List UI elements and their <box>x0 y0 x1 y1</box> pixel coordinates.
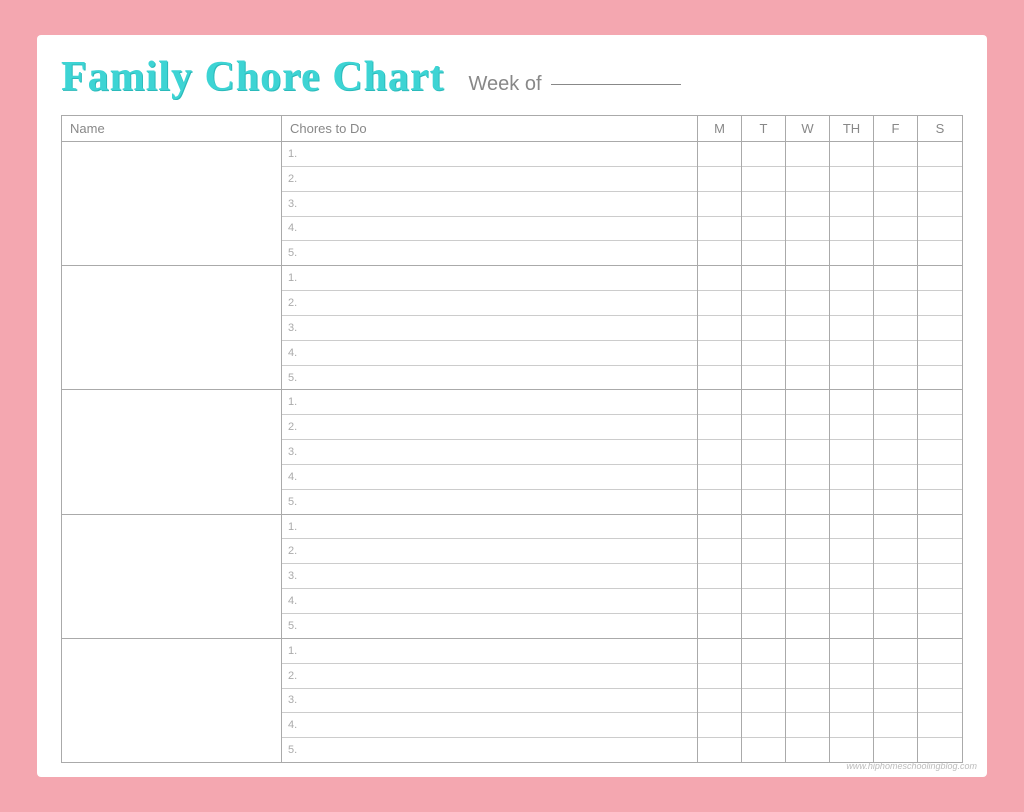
chore-5-4[interactable]: 4. <box>282 713 697 738</box>
chore-2-1[interactable]: 1. <box>282 266 697 291</box>
person-row-4: 1. 2. 3. 4. 5. <box>62 515 962 639</box>
person-4-day-f <box>874 515 918 638</box>
person-2-day-s <box>918 266 962 389</box>
person-3-day-th <box>830 390 874 513</box>
person-1-day-f <box>874 142 918 265</box>
person-4-day-w <box>786 515 830 638</box>
person-4-name-cell[interactable] <box>62 515 282 638</box>
day-header-m: M <box>698 116 742 141</box>
person-1-day-th <box>830 142 874 265</box>
chore-4-3[interactable]: 3. <box>282 564 697 589</box>
scallop-border: Family Chore Chart Week of Name Chores t… <box>22 21 1002 791</box>
week-line[interactable] <box>551 84 681 85</box>
day-cols-header: M T W TH F S <box>698 116 962 141</box>
person-2-day-m <box>698 266 742 389</box>
page-title: Family Chore Chart <box>61 53 445 101</box>
person-row-2: 1. 2. 3. 4. 5. <box>62 266 962 390</box>
person-5-day-th <box>830 639 874 762</box>
person-5-name-cell[interactable] <box>62 639 282 762</box>
header: Family Chore Chart Week of <box>61 53 963 101</box>
person-3-day-w <box>786 390 830 513</box>
person-1-day-m <box>698 142 742 265</box>
person-1-day-t <box>742 142 786 265</box>
person-2-day-th <box>830 266 874 389</box>
chore-4-4[interactable]: 4. <box>282 589 697 614</box>
table-header-row: Name Chores to Do M T W TH F S <box>62 116 962 142</box>
day-header-f: F <box>874 116 918 141</box>
person-4-day-m <box>698 515 742 638</box>
chore-3-3[interactable]: 3. <box>282 440 697 465</box>
person-3-chores: 1. 2. 3. 4. 5. <box>282 390 698 513</box>
person-1-name-cell[interactable] <box>62 142 282 265</box>
chore-table: Name Chores to Do M T W TH F S <box>61 115 963 763</box>
chore-1-2[interactable]: 2. <box>282 167 697 192</box>
person-4-day-t <box>742 515 786 638</box>
day-header-s: S <box>918 116 962 141</box>
person-5-day-w <box>786 639 830 762</box>
chore-5-1[interactable]: 1. <box>282 639 697 664</box>
chore-1-3[interactable]: 3. <box>282 192 697 217</box>
chore-5-2[interactable]: 2. <box>282 664 697 689</box>
person-5-day-s <box>918 639 962 762</box>
person-5-day-t <box>742 639 786 762</box>
chore-4-5[interactable]: 5. <box>282 614 697 638</box>
person-3-day-s <box>918 390 962 513</box>
person-2-name-cell[interactable] <box>62 266 282 389</box>
chore-2-2[interactable]: 2. <box>282 291 697 316</box>
person-5-day-m <box>698 639 742 762</box>
chore-4-1[interactable]: 1. <box>282 515 697 540</box>
person-5-day-f <box>874 639 918 762</box>
person-4-day-s <box>918 515 962 638</box>
chore-3-2[interactable]: 2. <box>282 415 697 440</box>
chore-4-2[interactable]: 2. <box>282 539 697 564</box>
person-2-day-w <box>786 266 830 389</box>
person-3-day-f <box>874 390 918 513</box>
person-1-day-s <box>918 142 962 265</box>
chore-2-4[interactable]: 4. <box>282 341 697 366</box>
person-row-1: 1. 2. 3. 4. 5. <box>62 142 962 266</box>
person-row-3: 1. 2. 3. 4. 5. <box>62 390 962 514</box>
day-header-t: T <box>742 116 786 141</box>
col-name-header: Name <box>62 116 282 141</box>
col-chores-header: Chores to Do <box>282 116 698 141</box>
person-4-day-th <box>830 515 874 638</box>
day-header-w: W <box>786 116 830 141</box>
day-header-th: TH <box>830 116 874 141</box>
inner-page: Family Chore Chart Week of Name Chores t… <box>37 35 987 777</box>
week-of-label: Week of <box>469 73 682 96</box>
person-4-chores: 1. 2. 3. 4. 5. <box>282 515 698 638</box>
chore-5-3[interactable]: 3. <box>282 689 697 714</box>
chore-5-5[interactable]: 5. <box>282 738 697 762</box>
person-2-day-f <box>874 266 918 389</box>
chore-2-3[interactable]: 3. <box>282 316 697 341</box>
person-5-chores: 1. 2. 3. 4. 5. <box>282 639 698 762</box>
chore-1-5[interactable]: 5. <box>282 241 697 265</box>
person-2-chores: 1. 2. 3. 4. 5. <box>282 266 698 389</box>
person-2-day-t <box>742 266 786 389</box>
person-3-day-t <box>742 390 786 513</box>
chore-1-1[interactable]: 1. <box>282 142 697 167</box>
person-3-day-m <box>698 390 742 513</box>
chore-2-5[interactable]: 5. <box>282 366 697 390</box>
table-body: 1. 2. 3. 4. 5. <box>62 142 962 762</box>
person-row-5: 1. 2. 3. 4. 5. <box>62 639 962 762</box>
chore-1-4[interactable]: 4. <box>282 217 697 242</box>
chore-3-1[interactable]: 1. <box>282 390 697 415</box>
person-1-day-w <box>786 142 830 265</box>
watermark: www.hiphomeschoolingblog.com <box>846 761 977 771</box>
chore-3-5[interactable]: 5. <box>282 490 697 514</box>
chore-3-4[interactable]: 4. <box>282 465 697 490</box>
person-1-chores: 1. 2. 3. 4. 5. <box>282 142 698 265</box>
person-3-name-cell[interactable] <box>62 390 282 513</box>
